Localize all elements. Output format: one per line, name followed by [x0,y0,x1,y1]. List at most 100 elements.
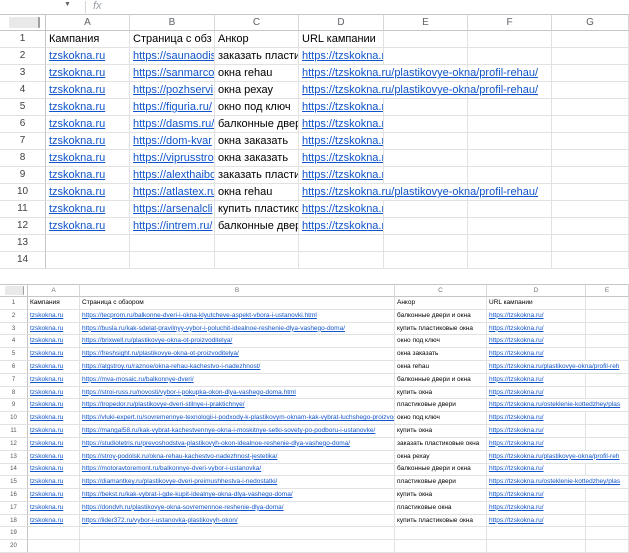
bottom-cell-A13[interactable]: tzskokna.ru [28,451,80,464]
bottom-cell-A8[interactable]: tzskokna.ru [28,387,80,400]
top-link-A2[interactable]: tzskokna.ru [49,48,126,64]
top-cell-B10[interactable]: https://atlastex.ru [130,184,215,201]
bottom-link-B8[interactable]: https://stroi-russ.ru/novosti/vybor-i-po… [82,387,392,399]
top-cell-F5[interactable] [468,99,552,116]
top-column-header-G[interactable]: G [552,14,629,31]
bottom-row-number-9[interactable]: 9 [0,399,28,412]
bottom-cell-B7[interactable]: https://mva-mosaic.ru/balkonnye-dveri/ [80,374,395,387]
top-cell-C14[interactable] [215,252,299,269]
bottom-cell-C10[interactable]: окно под ключ [395,412,487,425]
bottom-cell-A7[interactable]: tzskokna.ru [28,374,80,387]
bottom-cell-A20[interactable] [28,540,80,553]
top-link-A9[interactable]: tzskokna.ru [49,167,126,183]
bottom-link-D17[interactable]: https://tzskokna.ru/ [489,502,583,514]
top-cell-E11[interactable] [384,201,468,218]
top-cell-B2[interactable]: https://saunaodis [130,48,215,65]
top-cell-G11[interactable] [552,201,629,218]
bottom-link-A6[interactable]: tzskokna.ru [30,361,77,373]
top-cell-D11[interactable]: https://tzskokna.ru/ [299,201,384,218]
bottom-row-number-19[interactable]: 19 [0,527,28,540]
bottom-link-B2[interactable]: https://tecprom.ru/balkonne-dveri-i-okna… [82,310,392,322]
bottom-link-D16[interactable]: https://tzskokna.ru/ [489,489,583,501]
top-link-D7[interactable]: https://tzskokna.ru/ [302,133,380,149]
top-cell-F14[interactable] [468,252,552,269]
bottom-cell-C3[interactable]: купить пластиковые окна [395,323,487,336]
bottom-cell-C2[interactable]: балконные двери и окна [395,310,487,323]
top-column-header-A[interactable]: A [46,14,130,31]
bottom-row-number-8[interactable]: 8 [0,387,28,400]
bottom-link-B13[interactable]: https://stroy-podolsk.ru/okna-rehau-kach… [82,451,392,463]
bottom-row-number-5[interactable]: 5 [0,348,28,361]
bottom-link-B18[interactable]: https://lider372.ru/vybor-i-ustanovka-pl… [82,515,392,527]
bottom-cell-C17[interactable]: пластиковые окна [395,502,487,515]
top-cell-A10[interactable]: tzskokna.ru [46,184,130,201]
top-cell-B6[interactable]: https://dasms.ru/ [130,116,215,133]
top-link-A3[interactable]: tzskokna.ru [49,65,126,81]
bottom-cell-D16[interactable]: https://tzskokna.ru/ [487,489,586,502]
bottom-cell-C11[interactable]: купить окна [395,425,487,438]
top-cell-C2[interactable]: заказать пласти [215,48,299,65]
top-cell-E13[interactable] [384,235,468,252]
bottom-link-A5[interactable]: tzskokna.ru [30,348,77,360]
top-link-D2[interactable]: https://tzskokna.ru/ [302,48,380,64]
top-cell-A8[interactable]: tzskokna.ru [46,150,130,167]
top-cell-D4[interactable]: https://tzskokna.ru/plastikovye-okna/pro… [299,82,384,99]
top-cell-C13[interactable] [215,235,299,252]
top-cell-C4[interactable]: окна рехау [215,82,299,99]
bottom-column-header-E[interactable]: E [586,284,629,297]
top-cell-G13[interactable] [552,235,629,252]
top-cell-F6[interactable] [468,116,552,133]
top-cell-C7[interactable]: окна заказать [215,133,299,150]
bottom-cell-E11[interactable] [586,425,629,438]
bottom-link-D2[interactable]: https://tzskokna.ru/ [489,310,583,322]
top-cell-C11[interactable]: купить пластико [215,201,299,218]
top-link-B7[interactable]: https://dom-kvar [133,133,211,149]
bottom-link-A8[interactable]: tzskokna.ru [30,387,77,399]
bottom-link-B17[interactable]: https://dondvh.ru/plastikovye-okna-sovre… [82,502,392,514]
top-cell-A6[interactable]: tzskokna.ru [46,116,130,133]
bottom-cell-D18[interactable]: https://tzskokna.ru/ [487,515,586,528]
bottom-link-A9[interactable]: tzskokna.ru [30,399,77,411]
top-cell-B5[interactable]: https://figuria.ru/ [130,99,215,116]
bottom-column-header-B[interactable]: B [80,284,395,297]
bottom-row-number-6[interactable]: 6 [0,361,28,374]
top-cell-B4[interactable]: https://pozhservi [130,82,215,99]
bottom-link-A12[interactable]: tzskokna.ru [30,438,77,450]
bottom-cell-B2[interactable]: https://tecprom.ru/balkonne-dveri-i-okna… [80,310,395,323]
top-link-B5[interactable]: https://figuria.ru/ [133,99,211,115]
top-cell-C8[interactable]: окна заказать [215,150,299,167]
top-cell-G1[interactable] [552,31,629,48]
bottom-cell-A12[interactable]: tzskokna.ru [28,438,80,451]
top-link-B12[interactable]: https://intrem.ru/ [133,218,211,234]
bottom-cell-D19[interactable] [487,527,586,540]
bottom-link-B4[interactable]: https://brixwell.ru/plastikovye-okna-ot-… [82,335,392,347]
top-link-A5[interactable]: tzskokna.ru [49,99,126,115]
top-cell-G12[interactable] [552,218,629,235]
top-cell-B9[interactable]: https://alexthaibo [130,167,215,184]
top-cell-E8[interactable] [384,150,468,167]
bottom-cell-E12[interactable] [586,438,629,451]
bottom-link-D3[interactable]: https://tzskokna.ru/ [489,323,583,335]
bottom-link-B5[interactable]: https://freshsight.ru/plastikovye-okna-o… [82,348,392,360]
top-cell-B11[interactable]: https://arsenalcli [130,201,215,218]
top-cell-A3[interactable]: tzskokna.ru [46,65,130,82]
top-cell-F8[interactable] [468,150,552,167]
bottom-column-header-D[interactable]: D [487,284,586,297]
bottom-cell-E17[interactable] [586,502,629,515]
bottom-link-B10[interactable]: https://vluki-expert.ru/sovremennye-texn… [82,412,392,424]
bottom-cell-C14[interactable]: балконные двери и окна [395,463,487,476]
top-link-D8[interactable]: https://tzskokna.ru/ [302,150,380,166]
top-cell-C5[interactable]: окно под ключ [215,99,299,116]
bottom-cell-D11[interactable]: https://tzskokna.ru/ [487,425,586,438]
top-link-A10[interactable]: tzskokna.ru [49,184,126,200]
top-link-D12[interactable]: https://tzskokna.ru/ [302,218,380,234]
bottom-row-number-11[interactable]: 11 [0,425,28,438]
top-cell-F7[interactable] [468,133,552,150]
bottom-cell-B1[interactable]: Страница с обзором [80,297,395,310]
bottom-cell-A5[interactable]: tzskokna.ru [28,348,80,361]
bottom-cell-A2[interactable]: tzskokna.ru [28,310,80,323]
bottom-link-A11[interactable]: tzskokna.ru [30,425,77,437]
top-cell-G3[interactable] [552,65,629,82]
bottom-cell-D5[interactable]: https://tzskokna.ru/ [487,348,586,361]
bottom-cell-A3[interactable]: tzskokna.ru [28,323,80,336]
